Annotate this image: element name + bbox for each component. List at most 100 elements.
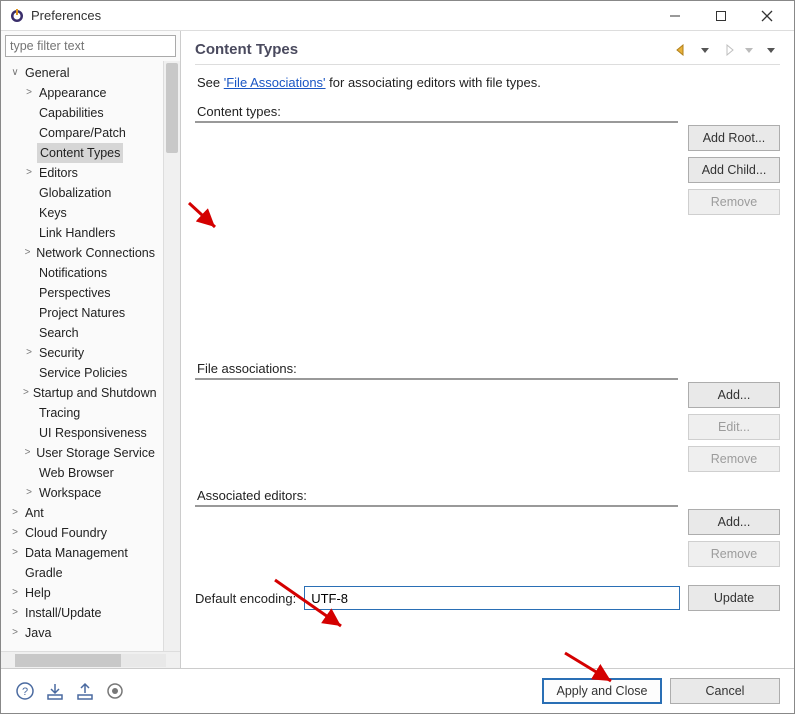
default-encoding-input[interactable] [304, 586, 680, 610]
nav-item-search[interactable]: Search [5, 323, 163, 343]
add-file-assoc-button[interactable]: Add... [688, 382, 780, 408]
view-menu-icon[interactable] [762, 42, 780, 58]
nav-item-compare-patch[interactable]: Compare/Patch [5, 123, 163, 143]
nav-item-label: Service Policies [37, 363, 129, 383]
nav-item-tracing[interactable]: Tracing [5, 403, 163, 423]
nav-item-label: Appearance [37, 83, 108, 103]
twisty-icon: > [9, 543, 21, 563]
nav-item-label: Tracing [37, 403, 82, 423]
nav-item-perspectives[interactable]: Perspectives [5, 283, 163, 303]
remove-editor-button[interactable]: Remove [688, 541, 780, 567]
oomph-icon[interactable] [105, 681, 125, 701]
window-title: Preferences [31, 8, 652, 23]
nav-tree-hscroll[interactable] [1, 651, 180, 668]
nav-item-project-natures[interactable]: Project Natures [5, 303, 163, 323]
file-associations-list[interactable]: SConstruct*.pxd*.pxi*.py* nvi [195, 378, 678, 380]
twisty-icon: > [23, 383, 29, 403]
remove-file-assoc-button[interactable]: Remove [688, 446, 780, 472]
nav-item-content-types[interactable]: Content Types [5, 143, 163, 163]
nav-item-ant[interactable]: >Ant [5, 503, 163, 523]
nav-item-capabilities[interactable]: Capabilities [5, 103, 163, 123]
nav-item-label: Content Types [37, 143, 123, 163]
nav-item-link-handlers[interactable]: Link Handlers [5, 223, 163, 243]
back-icon[interactable] [674, 42, 692, 58]
maximize-button[interactable] [698, 2, 744, 30]
nav-item-label: Data Management [23, 543, 130, 563]
import-icon[interactable] [45, 681, 65, 701]
file-associations-link[interactable]: 'File Associations' [224, 75, 326, 90]
back-menu-icon[interactable] [696, 42, 714, 58]
associated-editors-label: Associated editors: [197, 488, 778, 503]
nav-item-label: Project Natures [37, 303, 127, 323]
twisty-icon: > [9, 583, 21, 603]
nav-item-label: Java [23, 623, 53, 643]
minimize-button[interactable] [652, 2, 698, 30]
page-heading: Content Types [195, 41, 674, 58]
right-panel: Content Types See 'File Associations' fo… [181, 31, 794, 668]
cancel-button[interactable]: Cancel [670, 678, 780, 704]
export-icon[interactable] [75, 681, 95, 701]
remove-content-type-button[interactable]: Remove [688, 189, 780, 215]
nav-item-general[interactable]: ∨General [5, 63, 163, 83]
nav-item-startup-and-shutdown[interactable]: >Startup and Shutdown [5, 383, 163, 403]
nav-tree-scrollbar[interactable] [163, 61, 180, 651]
associated-editors-list[interactable]: PPython EditorText EditorTGeneric Text E… [195, 505, 678, 507]
close-button[interactable] [744, 2, 790, 30]
footer: ? Apply and Close Cancel [1, 669, 794, 713]
nav-item-ui-responsiveness[interactable]: UI Responsiveness [5, 423, 163, 443]
forward-menu-icon[interactable] [740, 42, 758, 58]
add-root-button[interactable]: Add Root... [688, 125, 780, 151]
twisty-icon: > [9, 503, 21, 523]
file-associations-label: File associations: [197, 361, 778, 376]
forward-icon[interactable] [718, 42, 736, 58]
app-icon [9, 8, 25, 24]
nav-item-label: UI Responsiveness [37, 423, 149, 443]
nav-item-appearance[interactable]: >Appearance [5, 83, 163, 103]
nav-item-notifications[interactable]: Notifications [5, 263, 163, 283]
nav-item-label: Cloud Foundry [23, 523, 109, 543]
nav-item-globalization[interactable]: Globalization [5, 183, 163, 203]
apply-and-close-button[interactable]: Apply and Close [542, 678, 662, 704]
nav-item-service-policies[interactable]: Service Policies [5, 363, 163, 383]
add-child-button[interactable]: Add Child... [688, 157, 780, 183]
nav-item-label: Capabilities [37, 103, 106, 123]
nav-item-label: Web Browser [37, 463, 116, 483]
titlebar: Preferences [1, 1, 794, 31]
nav-item-editors[interactable]: >Editors [5, 163, 163, 183]
nav-item-label: Compare/Patch [37, 123, 128, 143]
nav-item-label: Workspace [37, 483, 103, 503]
nav-item-label: Keys [37, 203, 69, 223]
nav-item-label: Startup and Shutdown [31, 383, 159, 403]
filter-wrapper [5, 35, 176, 57]
nav-item-label: Security [37, 343, 86, 363]
page-nav-icons [674, 42, 780, 58]
twisty-icon: > [23, 483, 35, 503]
twisty-icon: > [23, 83, 35, 103]
twisty-icon: > [9, 603, 21, 623]
content-types-list[interactable]: Gradle Build ScriptImageJaCoCo Execution… [195, 121, 678, 123]
nav-item-label: Help [23, 583, 53, 603]
nav-item-security[interactable]: >Security [5, 343, 163, 363]
nav-item-data-management[interactable]: >Data Management [5, 543, 163, 563]
nav-item-java[interactable]: >Java [5, 623, 163, 643]
nav-item-workspace[interactable]: >Workspace [5, 483, 163, 503]
nav-tree[interactable]: ∨General>AppearanceCapabilitiesCompare/P… [1, 61, 163, 651]
nav-item-network-connections[interactable]: >Network Connections [5, 243, 163, 263]
filter-input[interactable] [5, 35, 176, 57]
edit-file-assoc-button[interactable]: Edit... [688, 414, 780, 440]
add-editor-button[interactable]: Add... [688, 509, 780, 535]
nav-item-label: Link Handlers [37, 223, 117, 243]
nav-item-install-update[interactable]: >Install/Update [5, 603, 163, 623]
nav-item-help[interactable]: >Help [5, 583, 163, 603]
nav-item-gradle[interactable]: Gradle [5, 563, 163, 583]
update-encoding-button[interactable]: Update [688, 585, 780, 611]
twisty-icon: > [23, 243, 32, 263]
nav-item-cloud-foundry[interactable]: >Cloud Foundry [5, 523, 163, 543]
intro-text: See 'File Associations' for associating … [197, 75, 778, 90]
twisty-icon: > [9, 623, 21, 643]
twisty-icon: ∨ [9, 63, 21, 83]
nav-item-user-storage-service[interactable]: >User Storage Service [5, 443, 163, 463]
help-icon[interactable]: ? [15, 681, 35, 701]
nav-item-keys[interactable]: Keys [5, 203, 163, 223]
nav-item-web-browser[interactable]: Web Browser [5, 463, 163, 483]
